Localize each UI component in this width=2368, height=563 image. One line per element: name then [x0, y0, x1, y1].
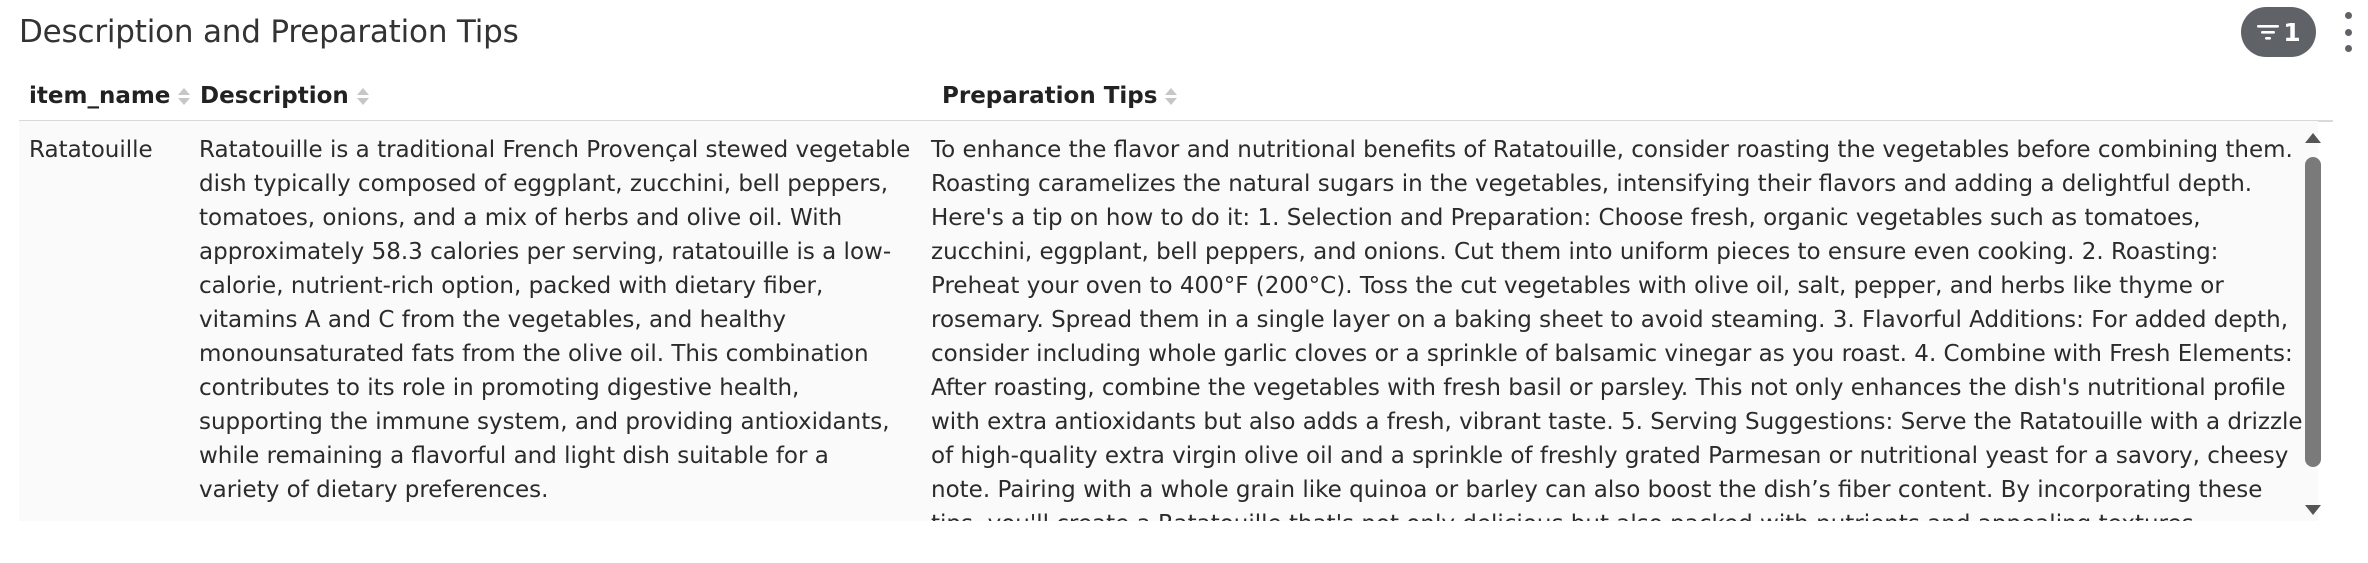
cell-item-name: Ratatouille: [29, 137, 153, 163]
arrow-down-icon[interactable]: [2305, 505, 2321, 515]
sort-icon[interactable]: [356, 87, 369, 105]
cell-preparation-tips: To enhance the flavor and nutritional be…: [931, 137, 2303, 521]
column-header-description[interactable]: Description: [200, 72, 369, 120]
table-header-row: item_name Description Preparation Tips: [19, 72, 2333, 122]
column-header-label: Description: [200, 83, 349, 109]
sort-icon[interactable]: [178, 87, 191, 105]
scrollbar-thumb[interactable]: [2305, 157, 2321, 467]
panel-title: Description and Preparation Tips: [19, 14, 519, 50]
filter-count-badge: 1: [2283, 17, 2301, 47]
column-header-label: item_name: [29, 83, 171, 109]
data-table-panel: Description and Preparation Tips 1 item_…: [0, 0, 2368, 563]
column-header-label: Preparation Tips: [942, 83, 1158, 109]
sort-icon[interactable]: [1165, 87, 1178, 105]
vertical-scrollbar[interactable]: [2302, 121, 2324, 521]
cell-description: Ratatouille is a traditional French Prov…: [199, 137, 911, 503]
arrow-up-icon[interactable]: [2305, 133, 2321, 143]
kebab-menu-icon[interactable]: [2338, 8, 2358, 56]
filter-button[interactable]: 1: [2241, 7, 2316, 57]
table-row: Ratatouille Ratatouille is a traditional…: [19, 121, 2318, 521]
column-header-item-name[interactable]: item_name: [29, 72, 191, 120]
column-header-preparation-tips[interactable]: Preparation Tips: [942, 72, 1178, 120]
filter-icon: [2256, 22, 2280, 42]
